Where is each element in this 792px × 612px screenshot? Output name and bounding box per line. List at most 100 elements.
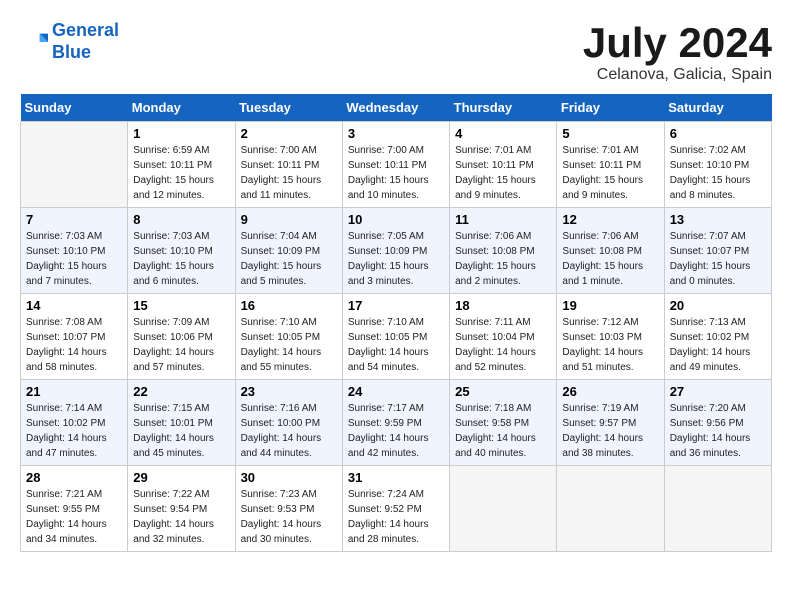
day-number: 8 <box>133 212 229 227</box>
calendar-cell: 10 Sunrise: 7:05 AMSunset: 10:09 PMDaylig… <box>342 208 449 294</box>
calendar-cell: 3Sunrise: 7:00 AMSunset: 10:11 PMDayligh… <box>342 122 449 208</box>
title-block: July 2024 Celanova, Galicia, Spain <box>583 20 772 84</box>
calendar-cell: 24 Sunrise: 7:17 AMSunset: 9:59 PMDayligh… <box>342 380 449 466</box>
logo: General Blue <box>20 20 119 63</box>
day-number: 30 <box>241 470 337 485</box>
header-tuesday: Tuesday <box>235 94 342 122</box>
calendar-cell: 2Sunrise: 7:00 AMSunset: 10:11 PMDayligh… <box>235 122 342 208</box>
calendar-cell: 29 Sunrise: 7:22 AMSunset: 9:54 PMDayligh… <box>128 466 235 552</box>
calendar-cell <box>664 466 771 552</box>
day-info: Sunrise: 7:07 AMSunset: 10:07 PMDaylight… <box>670 229 766 289</box>
day-number: 10 <box>348 212 444 227</box>
header-monday: Monday <box>128 94 235 122</box>
calendar-cell: 23Sunrise: 7:16 AMSunset: 10:00 PMDaylig… <box>235 380 342 466</box>
calendar-cell: 16 Sunrise: 7:10 AMSunset: 10:05 PMDaylig… <box>235 294 342 380</box>
calendar-cell: 12 Sunrise: 7:06 AMSunset: 10:08 PMDaylig… <box>557 208 664 294</box>
day-number: 26 <box>562 384 658 399</box>
day-number: 22 <box>133 384 229 399</box>
calendar-cell: 31 Sunrise: 7:24 AMSunset: 9:52 PMDayligh… <box>342 466 449 552</box>
day-info: Sunrise: 7:00 AMSunset: 10:11 PMDaylight… <box>348 143 444 203</box>
day-info: Sunrise: 7:19 AMSunset: 9:57 PMDaylight:… <box>562 401 658 461</box>
day-info: Sunrise: 7:14 AMSunset: 10:02 PMDaylight… <box>26 401 122 461</box>
day-number: 20 <box>670 298 766 313</box>
day-number: 21 <box>26 384 122 399</box>
day-info: Sunrise: 7:06 AMSunset: 10:08 PMDaylight… <box>455 229 551 289</box>
calendar-cell: 13Sunrise: 7:07 AMSunset: 10:07 PMDaylig… <box>664 208 771 294</box>
calendar-cell: 26 Sunrise: 7:19 AMSunset: 9:57 PMDayligh… <box>557 380 664 466</box>
calendar-cell: 22 Sunrise: 7:15 AMSunset: 10:01 PMDaylig… <box>128 380 235 466</box>
header-friday: Friday <box>557 94 664 122</box>
calendar-week-5: 28 Sunrise: 7:21 AMSunset: 9:55 PMDayligh… <box>21 466 772 552</box>
calendar-cell: 27Sunrise: 7:20 AMSunset: 9:56 PMDayligh… <box>664 380 771 466</box>
day-info: Sunrise: 7:05 AMSunset: 10:09 PMDaylight… <box>348 229 444 289</box>
day-info: Sunrise: 7:08 AMSunset: 10:07 PMDaylight… <box>26 315 122 375</box>
day-info: Sunrise: 7:15 AMSunset: 10:01 PMDaylight… <box>133 401 229 461</box>
calendar-cell: 20 Sunrise: 7:13 AMSunset: 10:02 PMDaylig… <box>664 294 771 380</box>
day-info: Sunrise: 7:22 AMSunset: 9:54 PMDaylight:… <box>133 487 229 547</box>
day-info: Sunrise: 7:01 AMSunset: 10:11 PMDaylight… <box>455 143 551 203</box>
calendar-cell: 18 Sunrise: 7:11 AMSunset: 10:04 PMDaylig… <box>450 294 557 380</box>
day-number: 6 <box>670 126 766 141</box>
day-info: Sunrise: 7:21 AMSunset: 9:55 PMDaylight:… <box>26 487 122 547</box>
calendar-cell: 17 Sunrise: 7:10 AMSunset: 10:05 PMDaylig… <box>342 294 449 380</box>
calendar-cell <box>450 466 557 552</box>
calendar-week-3: 14 Sunrise: 7:08 AMSunset: 10:07 PMDaylig… <box>21 294 772 380</box>
day-number: 16 <box>241 298 337 313</box>
logo-icon <box>20 28 48 56</box>
calendar-cell: 4Sunrise: 7:01 AMSunset: 10:11 PMDayligh… <box>450 122 557 208</box>
day-info: Sunrise: 7:06 AMSunset: 10:08 PMDaylight… <box>562 229 658 289</box>
day-number: 9 <box>241 212 337 227</box>
calendar-header-row: SundayMondayTuesdayWednesdayThursdayFrid… <box>21 94 772 122</box>
day-info: Sunrise: 7:18 AMSunset: 9:58 PMDaylight:… <box>455 401 551 461</box>
day-number: 12 <box>562 212 658 227</box>
day-number: 31 <box>348 470 444 485</box>
header-sunday: Sunday <box>21 94 128 122</box>
day-info: Sunrise: 7:04 AMSunset: 10:09 PMDaylight… <box>241 229 337 289</box>
day-number: 11 <box>455 212 551 227</box>
calendar-cell: 15 Sunrise: 7:09 AMSunset: 10:06 PMDaylig… <box>128 294 235 380</box>
day-info: Sunrise: 7:23 AMSunset: 9:53 PMDaylight:… <box>241 487 337 547</box>
calendar-cell: 14 Sunrise: 7:08 AMSunset: 10:07 PMDaylig… <box>21 294 128 380</box>
day-number: 28 <box>26 470 122 485</box>
page-header: General Blue July 2024 Celanova, Galicia… <box>20 20 772 84</box>
day-number: 5 <box>562 126 658 141</box>
day-info: Sunrise: 7:20 AMSunset: 9:56 PMDaylight:… <box>670 401 766 461</box>
day-number: 15 <box>133 298 229 313</box>
day-info: Sunrise: 7:24 AMSunset: 9:52 PMDaylight:… <box>348 487 444 547</box>
calendar-cell: 30 Sunrise: 7:23 AMSunset: 9:53 PMDayligh… <box>235 466 342 552</box>
calendar-cell: 6Sunrise: 7:02 AMSunset: 10:10 PMDayligh… <box>664 122 771 208</box>
calendar-cell: 25 Sunrise: 7:18 AMSunset: 9:58 PMDayligh… <box>450 380 557 466</box>
day-number: 24 <box>348 384 444 399</box>
day-info: Sunrise: 7:11 AMSunset: 10:04 PMDaylight… <box>455 315 551 375</box>
day-info: Sunrise: 7:10 AMSunset: 10:05 PMDaylight… <box>241 315 337 375</box>
day-info: Sunrise: 7:00 AMSunset: 10:11 PMDaylight… <box>241 143 337 203</box>
header-wednesday: Wednesday <box>342 94 449 122</box>
day-number: 17 <box>348 298 444 313</box>
calendar-cell: 28 Sunrise: 7:21 AMSunset: 9:55 PMDayligh… <box>21 466 128 552</box>
day-number: 29 <box>133 470 229 485</box>
calendar-cell: 8 Sunrise: 7:03 AMSunset: 10:10 PMDayligh… <box>128 208 235 294</box>
day-info: Sunrise: 7:01 AMSunset: 10:11 PMDaylight… <box>562 143 658 203</box>
day-info: Sunrise: 7:13 AMSunset: 10:02 PMDaylight… <box>670 315 766 375</box>
day-info: Sunrise: 6:59 AMSunset: 10:11 PMDaylight… <box>133 143 229 203</box>
calendar-cell <box>21 122 128 208</box>
day-number: 25 <box>455 384 551 399</box>
calendar-cell: 7Sunrise: 7:03 AMSunset: 10:10 PMDayligh… <box>21 208 128 294</box>
day-info: Sunrise: 7:03 AMSunset: 10:10 PMDaylight… <box>26 229 122 289</box>
calendar-cell: 5 Sunrise: 7:01 AMSunset: 10:11 PMDayligh… <box>557 122 664 208</box>
calendar-cell: 21 Sunrise: 7:14 AMSunset: 10:02 PMDaylig… <box>21 380 128 466</box>
day-info: Sunrise: 7:17 AMSunset: 9:59 PMDaylight:… <box>348 401 444 461</box>
calendar-cell: 9 Sunrise: 7:04 AMSunset: 10:09 PMDayligh… <box>235 208 342 294</box>
day-info: Sunrise: 7:03 AMSunset: 10:10 PMDaylight… <box>133 229 229 289</box>
day-number: 14 <box>26 298 122 313</box>
day-info: Sunrise: 7:09 AMSunset: 10:06 PMDaylight… <box>133 315 229 375</box>
day-number: 18 <box>455 298 551 313</box>
day-number: 1 <box>133 126 229 141</box>
day-info: Sunrise: 7:16 AMSunset: 10:00 PMDaylight… <box>241 401 337 461</box>
day-info: Sunrise: 7:10 AMSunset: 10:05 PMDaylight… <box>348 315 444 375</box>
header-saturday: Saturday <box>664 94 771 122</box>
calendar-table: SundayMondayTuesdayWednesdayThursdayFrid… <box>20 94 772 552</box>
location: Celanova, Galicia, Spain <box>583 66 772 84</box>
calendar-week-1: 1 Sunrise: 6:59 AMSunset: 10:11 PMDayligh… <box>21 122 772 208</box>
logo-text: General Blue <box>52 20 119 63</box>
